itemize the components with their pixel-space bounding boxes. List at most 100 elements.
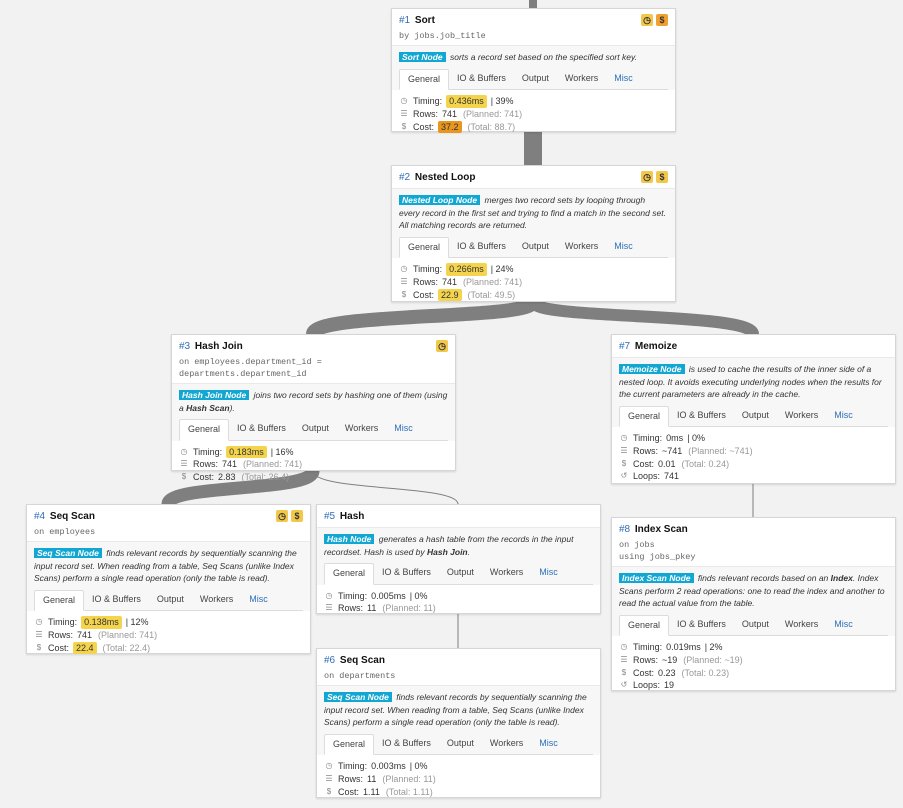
tab-general[interactable]: General <box>619 405 670 427</box>
tab-misc[interactable]: Misc <box>386 419 421 440</box>
clock-icon[interactable]: ◷ <box>641 14 653 26</box>
timing-label: Timing: <box>633 433 663 443</box>
dollar-icon[interactable]: $ <box>656 171 668 183</box>
tab-workers[interactable]: Workers <box>557 237 606 258</box>
node-stats: ◷ Timing: 0.266ms | 24% ☰ Rows: 741 (Planned: … <box>392 258 675 307</box>
tab-io-buffers[interactable]: IO & Buffers <box>229 419 294 440</box>
tab-workers[interactable]: Workers <box>777 615 826 636</box>
tab-workers[interactable]: Workers <box>482 563 531 584</box>
tab-output[interactable]: Output <box>514 69 557 90</box>
tab-io-buffers[interactable]: IO & Buffers <box>374 563 439 584</box>
rows-planned: (Planned: 741) <box>243 459 303 470</box>
clock-icon[interactable]: ◷ <box>436 340 448 352</box>
node-type-badge[interactable]: Seq Scan Node <box>34 548 102 558</box>
tab-output[interactable]: Output <box>514 237 557 258</box>
tab-workers[interactable]: Workers <box>482 734 531 755</box>
tab-general[interactable]: General <box>399 236 450 258</box>
cost-total: (Total: 0.24) <box>681 458 730 469</box>
node-tabs: General IO & Buffers Output Workers Misc <box>324 733 593 755</box>
tab-io-buffers[interactable]: IO & Buffers <box>374 734 439 755</box>
tab-misc[interactable]: Misc <box>531 563 566 584</box>
node-id: #6 <box>324 655 336 666</box>
plan-node-index-scan[interactable]: #8 Index Scan on jobs using jobs_pkey In… <box>611 517 896 691</box>
tab-misc[interactable]: Misc <box>826 615 861 636</box>
rows-value: 741 <box>77 629 93 640</box>
tab-general[interactable]: General <box>324 733 375 755</box>
timing-value: 0.138ms <box>81 616 122 629</box>
timing-percent: | 0% <box>409 590 428 601</box>
node-type-badge[interactable]: Sort Node <box>399 52 446 62</box>
node-id: #7 <box>619 341 631 352</box>
rows-label: Rows: <box>193 459 219 470</box>
timing-label: Timing: <box>338 590 368 601</box>
tab-workers[interactable]: Workers <box>777 406 826 427</box>
timing-percent: | 39% <box>490 96 514 106</box>
node-id: #3 <box>179 341 191 352</box>
node-type-badge[interactable]: Hash Node <box>324 534 375 544</box>
node-stats: ◷ Timing: 0.005ms | 0% ☰ Rows: 11 (Planned: 11… <box>317 585 600 622</box>
timing-value: 0.003ms <box>371 761 406 771</box>
dollar-icon[interactable]: $ <box>656 14 668 26</box>
node-type-badge[interactable]: Index Scan Node <box>619 573 694 583</box>
cost-value: 2.83 <box>218 472 236 483</box>
node-name: Memoize <box>634 341 678 352</box>
clock-icon[interactable]: ◷ <box>641 171 653 183</box>
tab-io-buffers[interactable]: IO & Buffers <box>669 615 734 636</box>
tab-output[interactable]: Output <box>734 615 777 636</box>
rows-icon: ☰ <box>180 459 188 469</box>
tab-misc[interactable]: Misc <box>606 69 641 90</box>
node-type-badge[interactable]: Memoize Node <box>619 364 685 374</box>
timing-percent: | 2% <box>704 642 723 652</box>
tab-io-buffers[interactable]: IO & Buffers <box>449 69 514 90</box>
tab-workers[interactable]: Workers <box>192 590 241 611</box>
tab-general[interactable]: General <box>34 589 85 611</box>
tab-output[interactable]: Output <box>439 563 482 584</box>
node-stats: ◷ Timing: 0.138ms | 12% ☰ Rows: 741 (Planned: … <box>27 611 310 660</box>
rows-value: ~19 <box>662 654 678 665</box>
cost-total: (Total: 49.5) <box>467 289 516 300</box>
node-type-badge[interactable]: Seq Scan Node <box>324 692 392 702</box>
rows-value: 11 <box>367 603 377 614</box>
loop-icon: ↺ <box>620 471 628 481</box>
tab-general[interactable]: General <box>399 68 450 90</box>
plan-node-seq-scan-employees[interactable]: #4 Seq Scan on employees ◷ $ Seq Scan Nod… <box>26 504 311 655</box>
tab-misc[interactable]: Misc <box>241 590 276 611</box>
tab-output[interactable]: Output <box>294 419 337 440</box>
tab-workers[interactable]: Workers <box>557 69 606 90</box>
tab-misc[interactable]: Misc <box>531 734 566 755</box>
clock-icon[interactable]: ◷ <box>276 510 288 522</box>
rows-icon: ☰ <box>400 276 408 286</box>
tab-general[interactable]: General <box>179 419 230 441</box>
timing-value: 0.183ms <box>226 445 267 459</box>
tab-io-buffers[interactable]: IO & Buffers <box>449 237 514 258</box>
timing-percent: | 0% <box>409 761 428 771</box>
tab-general[interactable]: General <box>324 563 375 585</box>
plan-node-sort[interactable]: #1 Sort by jobs.job_title ◷ $ Sort Node s… <box>391 8 676 134</box>
tab-io-buffers[interactable]: IO & Buffers <box>669 406 734 427</box>
tab-general[interactable]: General <box>619 614 670 636</box>
tab-output[interactable]: Output <box>734 406 777 427</box>
cost-label: Cost: <box>633 667 655 678</box>
rows-label: Rows: <box>633 445 659 456</box>
node-subtitle: on departments <box>324 671 396 681</box>
node-type-badge[interactable]: Nested Loop Node <box>399 195 481 205</box>
plan-node-hash[interactable]: #5 Hash Hash Node generates a hash table… <box>316 504 601 614</box>
tab-workers[interactable]: Workers <box>337 419 386 440</box>
dollar-icon[interactable]: $ <box>291 510 303 522</box>
tab-output[interactable]: Output <box>149 590 192 611</box>
node-name: Hash Join <box>194 341 243 352</box>
tab-output[interactable]: Output <box>439 734 482 755</box>
node-title: #7 Memoize <box>619 341 888 352</box>
rows-value: 741 <box>442 276 458 287</box>
timing-value: 0.005ms <box>371 590 406 601</box>
node-type-badge[interactable]: Hash Join Node <box>179 390 250 400</box>
tab-io-buffers[interactable]: IO & Buffers <box>84 590 149 611</box>
tab-misc[interactable]: Misc <box>606 237 641 258</box>
plan-node-seq-scan-departments[interactable]: #6 Seq Scan on departments Seq Scan Node… <box>316 648 601 798</box>
plan-node-hash-join[interactable]: #3 Hash Join on employees.department_id … <box>171 334 456 482</box>
rows-label: Rows: <box>633 654 659 665</box>
plan-node-nested-loop[interactable]: #2 Nested Loop ◷ $ Nested Loop Node merge… <box>391 165 676 302</box>
node-description: Seq Scan Node finds relevant records by … <box>317 685 600 755</box>
tab-misc[interactable]: Misc <box>826 406 861 427</box>
plan-node-memoize[interactable]: #7 Memoize Memoize Node is used to cache… <box>611 334 896 484</box>
